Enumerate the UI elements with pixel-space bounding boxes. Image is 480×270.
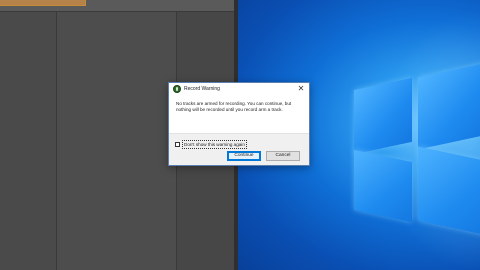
cancel-button[interactable]: Cancel bbox=[266, 151, 300, 161]
dont-show-again-option[interactable]: Don't show this warning again bbox=[175, 139, 247, 149]
dont-show-again-label[interactable]: Don't show this warning again bbox=[182, 139, 247, 149]
dialog-message: No tracks are armed for recording. You c… bbox=[176, 101, 292, 112]
continue-button[interactable]: Continue bbox=[227, 151, 261, 161]
dialog-title: Record Warning bbox=[184, 86, 220, 92]
dialog-footer: Don't show this warning again Continue C… bbox=[169, 133, 309, 165]
dialog-titlebar[interactable]: Record Warning ✕ bbox=[169, 83, 309, 95]
windows-logo-pane bbox=[418, 62, 480, 150]
close-icon[interactable]: ✕ bbox=[295, 84, 307, 94]
shield-app-icon bbox=[173, 85, 181, 93]
dont-show-again-checkbox[interactable] bbox=[175, 141, 180, 147]
track-lane bbox=[0, 0, 56, 270]
windows-logo-pane bbox=[354, 149, 412, 223]
track-lane bbox=[56, 0, 176, 270]
audio-clip[interactable] bbox=[0, 0, 86, 6]
windows-logo bbox=[354, 62, 480, 238]
windows-logo-pane bbox=[354, 77, 412, 155]
grid-line bbox=[56, 0, 57, 270]
windows-logo-pane bbox=[418, 146, 480, 236]
record-warning-dialog: Record Warning ✕ No tracks are armed for… bbox=[168, 82, 310, 166]
